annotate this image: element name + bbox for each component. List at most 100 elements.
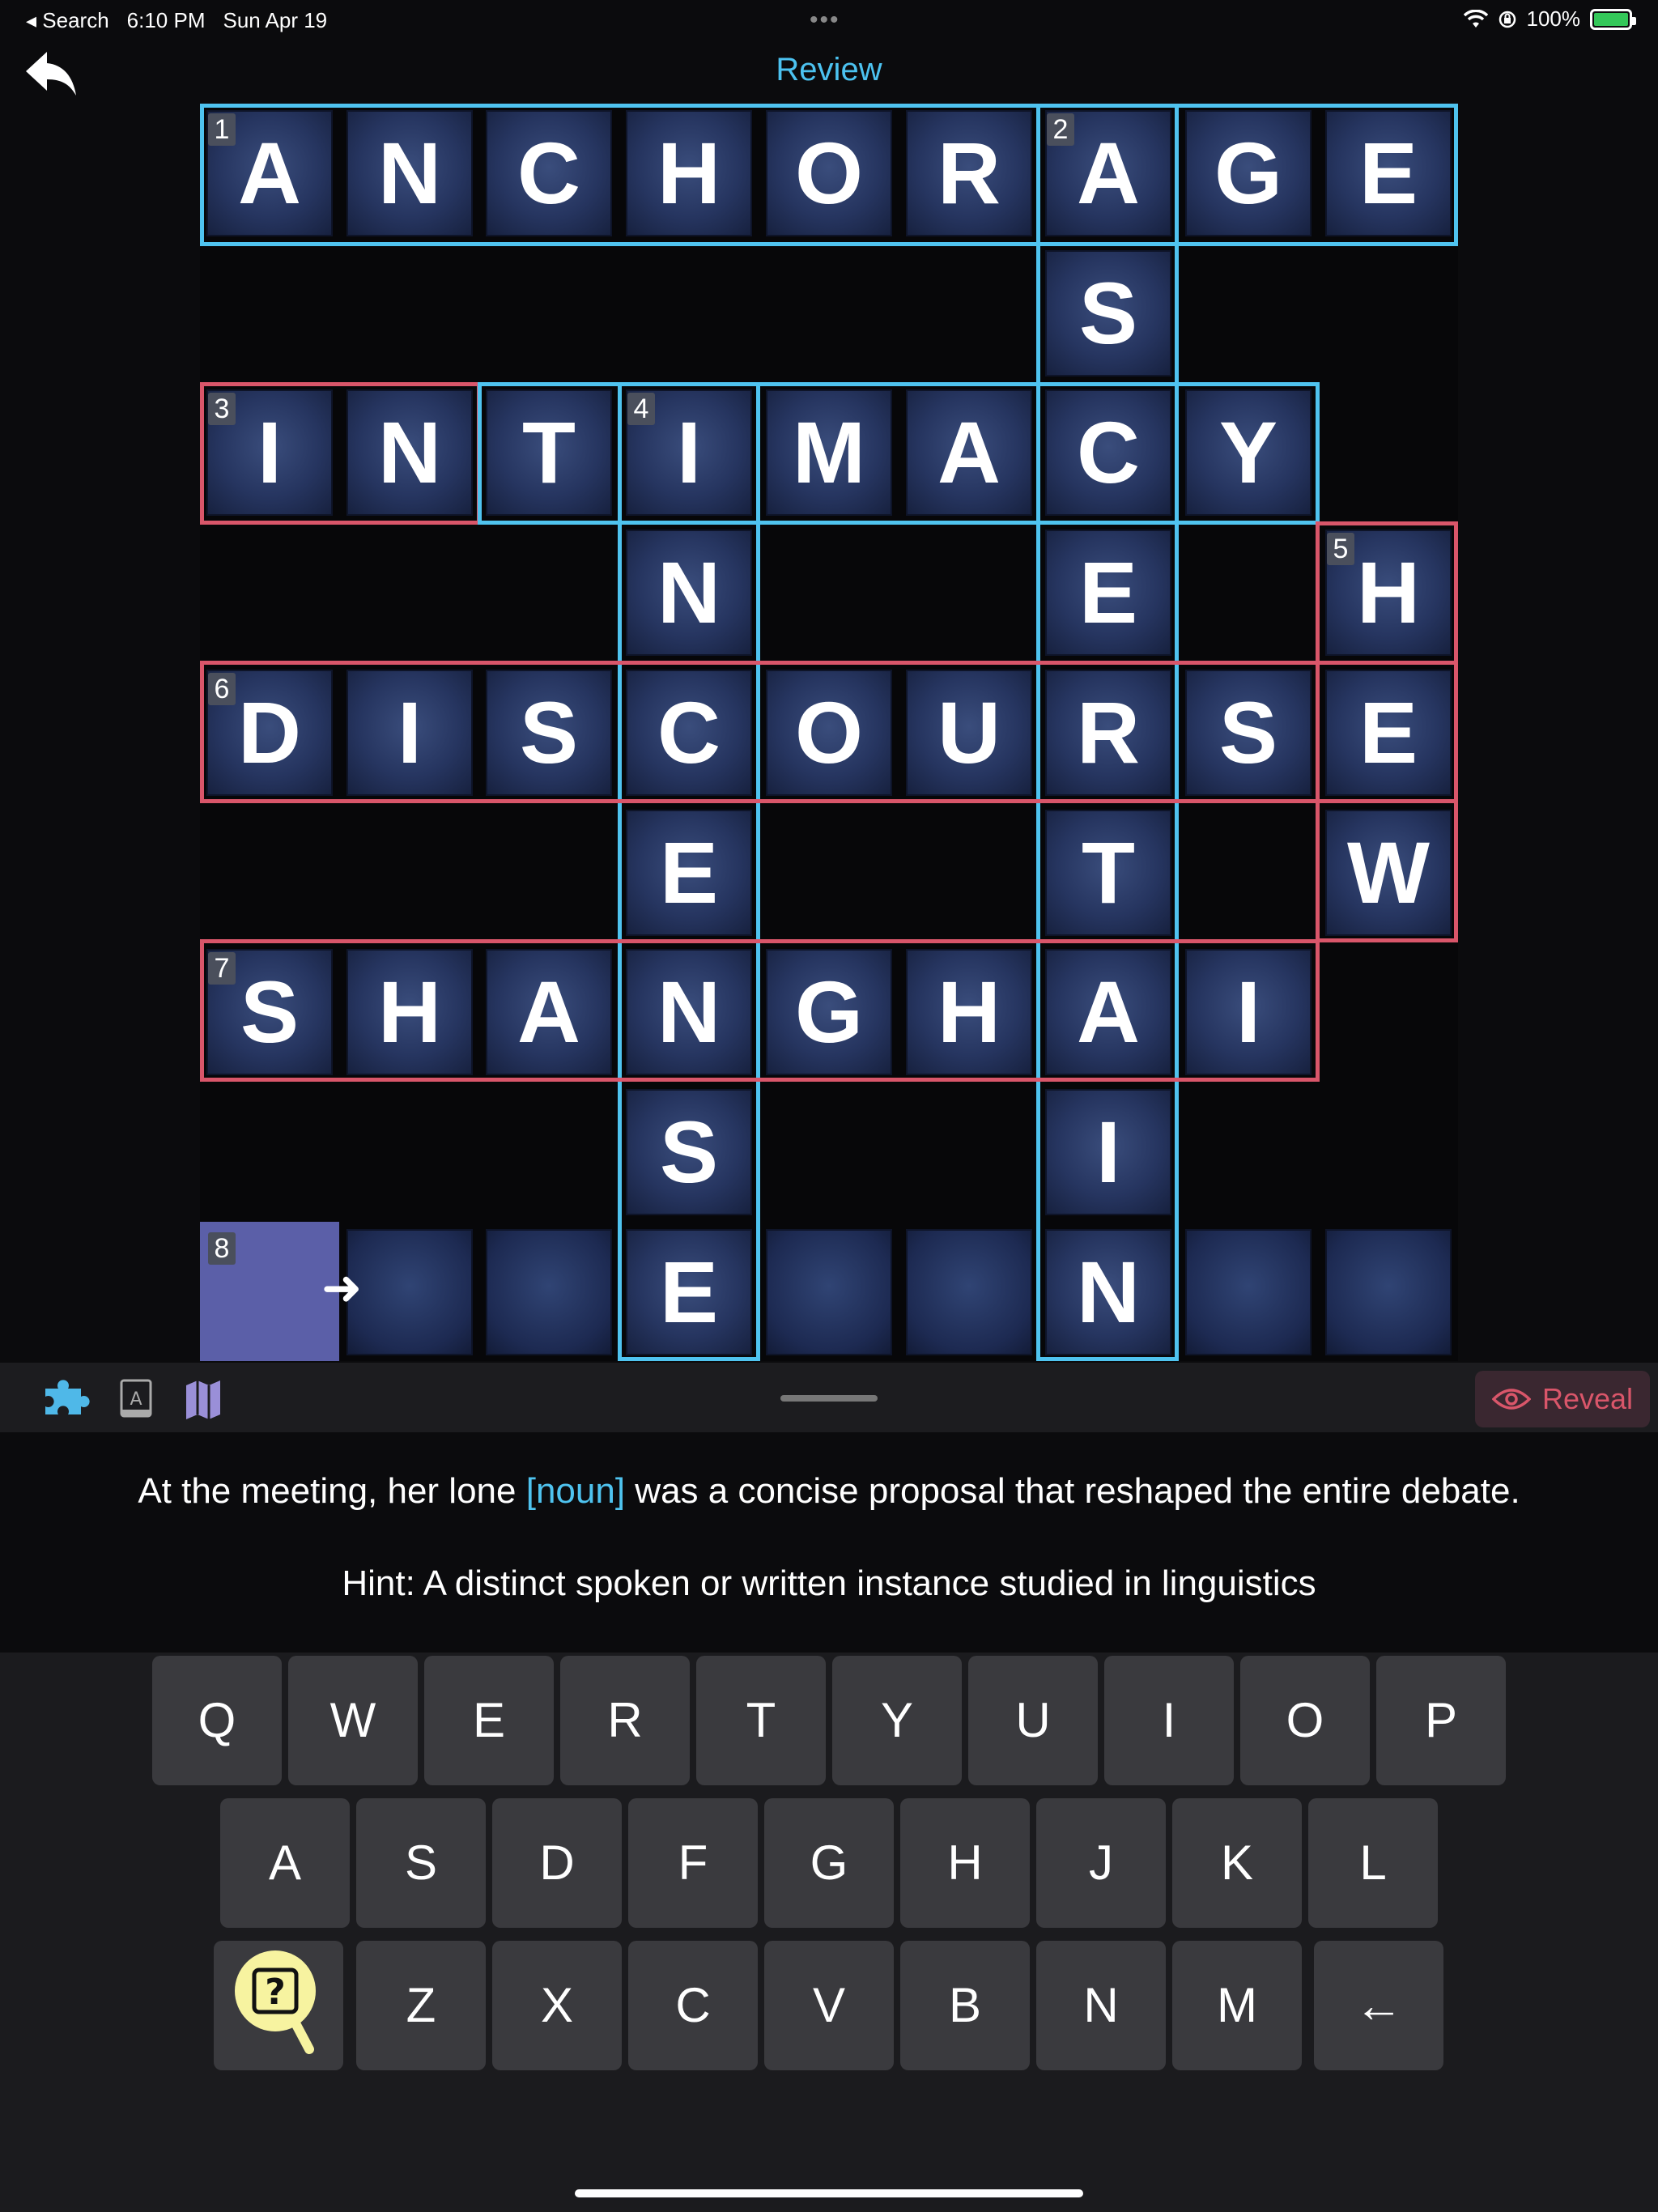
crossword-cell[interactable]: T <box>479 383 619 522</box>
clue-number: 3 <box>208 393 236 425</box>
crossword-cell[interactable]: A <box>479 942 619 1082</box>
crossword-cell[interactable]: I <box>340 663 479 802</box>
crossword-cell[interactable]: A <box>1039 942 1178 1082</box>
crossword-cell[interactable]: U <box>899 663 1039 802</box>
key-y[interactable]: Y <box>832 1656 962 1785</box>
cell-letter: A <box>517 963 580 1061</box>
crossword-cell[interactable]: E <box>619 803 759 942</box>
key-z[interactable]: Z <box>356 1941 486 2070</box>
svg-text:A: A <box>130 1389 142 1410</box>
dictionary-icon[interactable]: A <box>110 1379 164 1419</box>
crossword-cell[interactable]: S <box>1179 663 1318 802</box>
crossword-cell[interactable]: S <box>479 663 619 802</box>
key-g[interactable]: G <box>764 1798 894 1928</box>
crossword-cell[interactable]: I <box>1179 942 1318 1082</box>
cell-letter: T <box>1082 823 1135 921</box>
clue-number: 7 <box>208 952 236 985</box>
crossword-cell[interactable]: H <box>619 104 759 243</box>
key-v[interactable]: V <box>764 1941 894 2070</box>
crossword-cell[interactable]: O <box>759 663 899 802</box>
key-r[interactable]: R <box>560 1656 690 1785</box>
crossword-cell[interactable] <box>1179 1223 1318 1362</box>
key-t[interactable]: T <box>696 1656 826 1785</box>
key-h[interactable]: H <box>900 1798 1030 1928</box>
key-f[interactable]: F <box>628 1798 758 1928</box>
key-d[interactable]: D <box>492 1798 622 1928</box>
reveal-button[interactable]: Reveal <box>1475 1371 1650 1427</box>
crossword-cell[interactable]: R <box>1039 663 1178 802</box>
hint-magnifier-key[interactable]: ? <box>214 1941 343 2070</box>
key-n[interactable]: N <box>1036 1941 1166 2070</box>
key-b[interactable]: B <box>900 1941 1030 2070</box>
crossword-cell[interactable]: W <box>1319 803 1458 942</box>
crossword-cell[interactable] <box>759 1223 899 1362</box>
crossword-cell[interactable]: S <box>619 1083 759 1222</box>
crossword-cell[interactable]: N <box>1039 1223 1178 1362</box>
crossword-cell[interactable]: H <box>340 942 479 1082</box>
home-indicator[interactable] <box>575 2189 1083 2197</box>
key-u[interactable]: U <box>968 1656 1098 1785</box>
key-l[interactable]: L <box>1308 1798 1438 1928</box>
crossword-cell[interactable]: E <box>1039 523 1178 662</box>
clue-text-before: At the meeting, her lone <box>138 1471 526 1511</box>
puzzle-icon[interactable] <box>40 1379 94 1419</box>
backspace-key[interactable]: ← <box>1314 1941 1443 2070</box>
key-k[interactable]: K <box>1172 1798 1302 1928</box>
crossword-cell[interactable] <box>899 1223 1039 1362</box>
crossword-cell[interactable]: H <box>899 942 1039 1082</box>
drawer-handle[interactable] <box>780 1395 878 1402</box>
crossword-cell[interactable]: N <box>619 523 759 662</box>
multitasking-dots[interactable]: ••• <box>810 6 840 34</box>
crossword-cell[interactable]: T <box>1039 803 1178 942</box>
crossword-cell[interactable]: I <box>1039 1083 1178 1222</box>
cell-letter: H <box>657 124 721 222</box>
key-o[interactable]: O <box>1240 1656 1370 1785</box>
cell-letter: A <box>937 403 1001 501</box>
crossword-cell[interactable] <box>1319 1223 1458 1362</box>
key-i[interactable]: I <box>1104 1656 1234 1785</box>
key-e[interactable]: E <box>424 1656 554 1785</box>
cell-letter: O <box>794 124 863 222</box>
key-a[interactable]: A <box>220 1798 350 1928</box>
crossword-cell[interactable]: G <box>1179 104 1318 243</box>
crossword-cell[interactable]: E <box>1319 104 1458 243</box>
crossword-cell[interactable]: N <box>340 104 479 243</box>
map-icon[interactable] <box>180 1379 233 1419</box>
key-m[interactable]: M <box>1172 1941 1302 2070</box>
crossword-cell[interactable]: A <box>899 383 1039 522</box>
crossword-cell[interactable]: N <box>619 942 759 1082</box>
crossword-cell[interactable]: C <box>1039 383 1178 522</box>
wifi-icon <box>1463 9 1488 28</box>
crossword-cell[interactable]: E <box>619 1223 759 1362</box>
key-w[interactable]: W <box>288 1656 418 1785</box>
cell-letter: I <box>1095 1103 1120 1201</box>
status-time: 6:10 PM <box>126 8 206 32</box>
crossword-cell[interactable]: C <box>479 104 619 243</box>
cell-letter <box>1319 1223 1458 1362</box>
cell-letter: W <box>1347 823 1430 921</box>
crossword-cell[interactable]: E <box>1319 663 1458 802</box>
cell-letter: N <box>378 403 441 501</box>
key-c[interactable]: C <box>628 1941 758 2070</box>
crossword-cell[interactable]: Y <box>1179 383 1318 522</box>
cell-letter: N <box>1077 1243 1140 1341</box>
crossword-cell[interactable]: N <box>340 383 479 522</box>
key-q[interactable]: Q <box>152 1656 282 1785</box>
cell-letter: U <box>937 683 1001 781</box>
crossword-cell[interactable]: G <box>759 942 899 1082</box>
cell-letter: E <box>1358 683 1418 781</box>
crossword-cell[interactable]: C <box>619 663 759 802</box>
crossword-cell[interactable] <box>479 1223 619 1362</box>
cell-letter <box>759 1223 899 1362</box>
key-x[interactable]: X <box>492 1941 622 2070</box>
key-s[interactable]: S <box>356 1798 486 1928</box>
crossword-cell[interactable]: R <box>899 104 1039 243</box>
crossword-cell[interactable]: M <box>759 383 899 522</box>
crossword-cell[interactable]: O <box>759 104 899 243</box>
back-to-app-link[interactable]: ◂ Search <box>26 8 109 33</box>
key-p[interactable]: P <box>1376 1656 1506 1785</box>
cell-letter: I <box>397 683 422 781</box>
clue-number: 1 <box>208 113 236 146</box>
crossword-cell[interactable]: S <box>1039 244 1178 383</box>
key-j[interactable]: J <box>1036 1798 1166 1928</box>
